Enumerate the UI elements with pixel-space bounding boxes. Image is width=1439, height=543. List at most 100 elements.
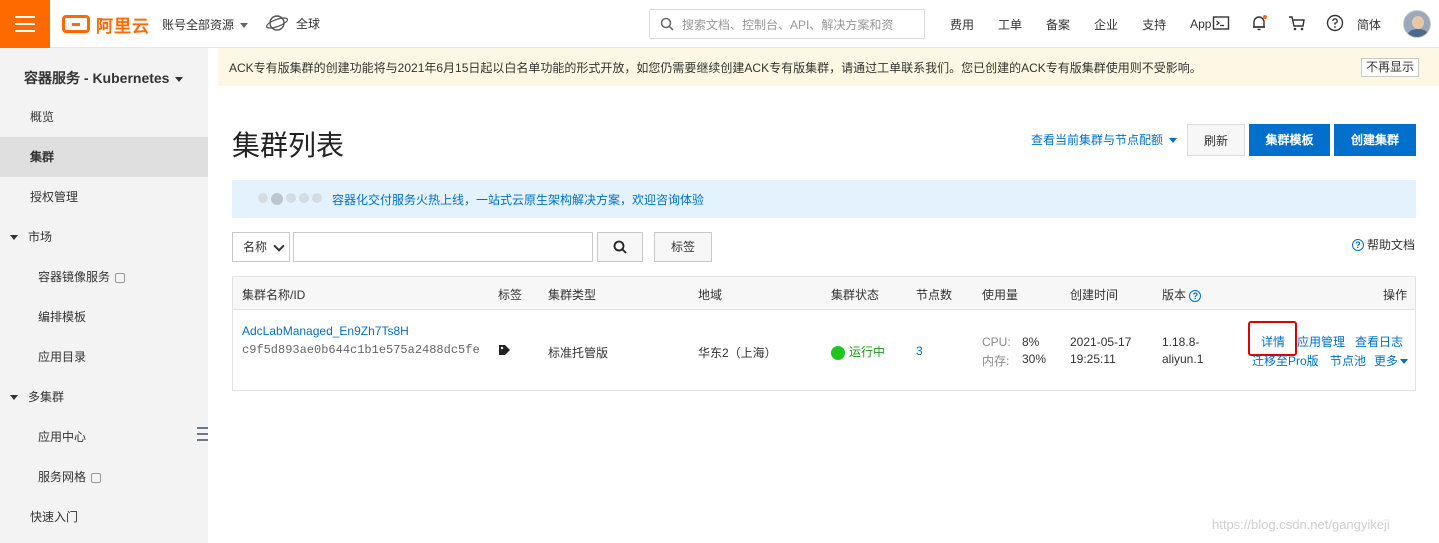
language-switch[interactable]: 简体	[1357, 16, 1381, 33]
top-icons	[1212, 14, 1344, 32]
sidebar-item-label: 市场	[28, 230, 53, 244]
table-header: 集群名称/ID 标签 集群类型 地域 集群状态 节点数 使用量 创建时间 版本 …	[233, 277, 1415, 310]
version-line-2: aliyun.1	[1162, 352, 1204, 366]
carousel-dots[interactable]	[258, 193, 322, 205]
account-resources-dropdown[interactable]: 账号全部资源	[162, 16, 248, 33]
sidebar-item-service-mesh[interactable]: 服务网格	[0, 457, 208, 497]
region-selector[interactable]: 全球	[266, 14, 320, 32]
global-search-input[interactable]: 搜索文档、控制台、API、解决方案和资	[649, 9, 925, 39]
sidebar-item-market[interactable]: 市场	[0, 217, 208, 257]
caret-down-icon	[1400, 359, 1409, 364]
menu-icon[interactable]	[0, 0, 50, 48]
col-tags: 标签	[498, 288, 523, 302]
sidebar-item-templates[interactable]: 编排模板	[0, 297, 208, 337]
sidebar-item-multi-cluster[interactable]: 多集群	[0, 377, 208, 417]
sidebar-item-label: 容器镜像服务	[38, 270, 111, 284]
help-icon[interactable]	[1326, 14, 1344, 32]
sidebar-item-app-catalog[interactable]: 应用目录	[0, 337, 208, 377]
dismiss-notice-button[interactable]: 不再显示	[1360, 58, 1419, 77]
sidebar-item-app-center[interactable]: 应用中心	[0, 417, 208, 457]
nodepool-link[interactable]: 节点池	[1330, 352, 1366, 369]
cluster-id: c9f5d893ae0b644c1b1e575a2488dc5fe	[242, 343, 480, 357]
external-link-icon	[91, 472, 102, 483]
sidebar-item-clusters[interactable]: 集群	[0, 137, 208, 177]
col-usage: 使用量	[982, 288, 1019, 302]
sidebar-item-label: 快速入门	[30, 510, 79, 524]
caret-down-icon	[10, 235, 18, 241]
caret-down-icon	[10, 395, 18, 401]
cluster-templates-button[interactable]: 集群模板	[1249, 124, 1330, 156]
sidebar: 容器服务 - Kubernetes 概览 集群 授权管理 市场 容器镜像服务 编…	[0, 48, 208, 543]
nav-icp[interactable]: 备案	[1046, 16, 1070, 33]
node-count-link[interactable]: 3	[916, 344, 923, 358]
bell-icon[interactable]	[1250, 14, 1268, 32]
col-region: 地域	[698, 288, 723, 302]
col-version-label: 版本	[1162, 288, 1187, 302]
banner-text[interactable]: 容器化交付服务火热上线，一站式云原生架构解决方案，欢迎咨询体验	[332, 191, 704, 208]
view-logs-link[interactable]: 查看日志	[1355, 333, 1403, 350]
notice-text: ACK专有版集群的创建功能将与2021年6月15日起以白名单功能的形式开放，如您…	[229, 60, 1202, 75]
sidebar-item-label: 编排模板	[38, 310, 87, 324]
promo-banner: 容器化交付服务火热上线，一站式云原生架构解决方案，欢迎咨询体验	[232, 180, 1416, 218]
sidebar-item-overview[interactable]: 概览	[0, 97, 208, 137]
nav-support[interactable]: 支持	[1142, 16, 1166, 33]
more-actions-dropdown[interactable]: 更多	[1374, 352, 1409, 369]
external-link-icon	[115, 272, 126, 283]
more-label: 更多	[1374, 354, 1399, 368]
search-placeholder: 搜索文档、控制台、API、解决方案和资	[682, 17, 894, 32]
status-dot-icon	[831, 345, 845, 360]
avatar[interactable]	[1403, 10, 1431, 38]
watermark: https://blog.csdn.net/gangyikeji	[1212, 517, 1390, 532]
refresh-button[interactable]: 刷新	[1187, 124, 1245, 156]
cluster-name-link[interactable]: AdcLabManaged_En9Zh7Ts8H	[242, 324, 409, 338]
create-cluster-button[interactable]: 创建集群	[1334, 124, 1416, 156]
cluster-region: 华东2（上海）	[698, 346, 777, 360]
col-type: 集群类型	[548, 288, 597, 302]
sidebar-item-label: 服务网格	[38, 470, 87, 484]
created-date: 2021-05-17	[1070, 335, 1132, 349]
nav-enterprise[interactable]: 企业	[1094, 16, 1118, 33]
col-nodes: 节点数	[916, 288, 953, 302]
help-docs-label: 帮助文档	[1367, 238, 1416, 252]
region-label: 全球	[296, 16, 321, 31]
search-button[interactable]	[597, 232, 643, 262]
col-status: 集群状态	[831, 288, 880, 302]
mem-value: 30%	[1022, 352, 1047, 366]
version-line-1: 1.18.8-	[1162, 335, 1200, 349]
tag-icon[interactable]	[498, 344, 512, 356]
col-created: 创建时间	[1070, 288, 1119, 302]
nav-tickets[interactable]: 工单	[998, 16, 1022, 33]
sidebar-item-quickstart[interactable]: 快速入门	[0, 497, 208, 537]
sidebar-item-label: 集群	[30, 150, 55, 164]
sidebar-item-authorization[interactable]: 授权管理	[0, 177, 208, 217]
sidebar-title[interactable]: 容器服务 - Kubernetes	[24, 68, 183, 88]
sidebar-item-label: 多集群	[28, 390, 65, 404]
col-version: 版本 ?	[1162, 286, 1202, 303]
top-bar: 阿里云 账号全部资源 全球 搜索文档、控制台、API、解决方案和资 费用 工单 …	[0, 0, 1439, 48]
version-help-icon[interactable]: ?	[1189, 290, 1202, 302]
nav-app[interactable]: App	[1190, 17, 1211, 31]
status-badge: 运行中	[831, 343, 885, 360]
status-text: 运行中	[849, 345, 886, 359]
terminal-icon[interactable]	[1212, 14, 1230, 32]
col-name: 集群名称/ID	[242, 288, 306, 302]
sidebar-item-label: 概览	[30, 110, 55, 124]
top-nav: 费用 工单 备案 企业 支持 App	[950, 0, 1235, 48]
aliyun-logo[interactable]: 阿里云	[62, 13, 150, 36]
quota-dropdown-link[interactable]: 查看当前集群与节点配额	[1031, 131, 1177, 148]
tag-filter-button[interactable]: 标签	[654, 232, 712, 262]
sidebar-collapse-icon[interactable]	[197, 427, 208, 441]
cart-icon[interactable]	[1288, 14, 1306, 32]
help-docs-link[interactable]: ? 帮助文档	[1352, 236, 1415, 253]
app-management-link[interactable]: 应用管理	[1297, 333, 1345, 350]
sidebar-item-label: 应用中心	[38, 430, 87, 444]
filter-field-select[interactable]: 名称	[232, 232, 290, 262]
search-icon	[613, 240, 627, 254]
col-actions: 操作	[1383, 288, 1408, 302]
logo-text: 阿里云	[96, 16, 150, 36]
created-time: 19:25:11	[1070, 352, 1116, 366]
filter-search-input[interactable]	[293, 232, 593, 262]
sidebar-item-registry[interactable]: 容器镜像服务	[0, 257, 208, 297]
nav-billing[interactable]: 费用	[950, 16, 974, 33]
cpu-value: 8%	[1022, 335, 1040, 349]
